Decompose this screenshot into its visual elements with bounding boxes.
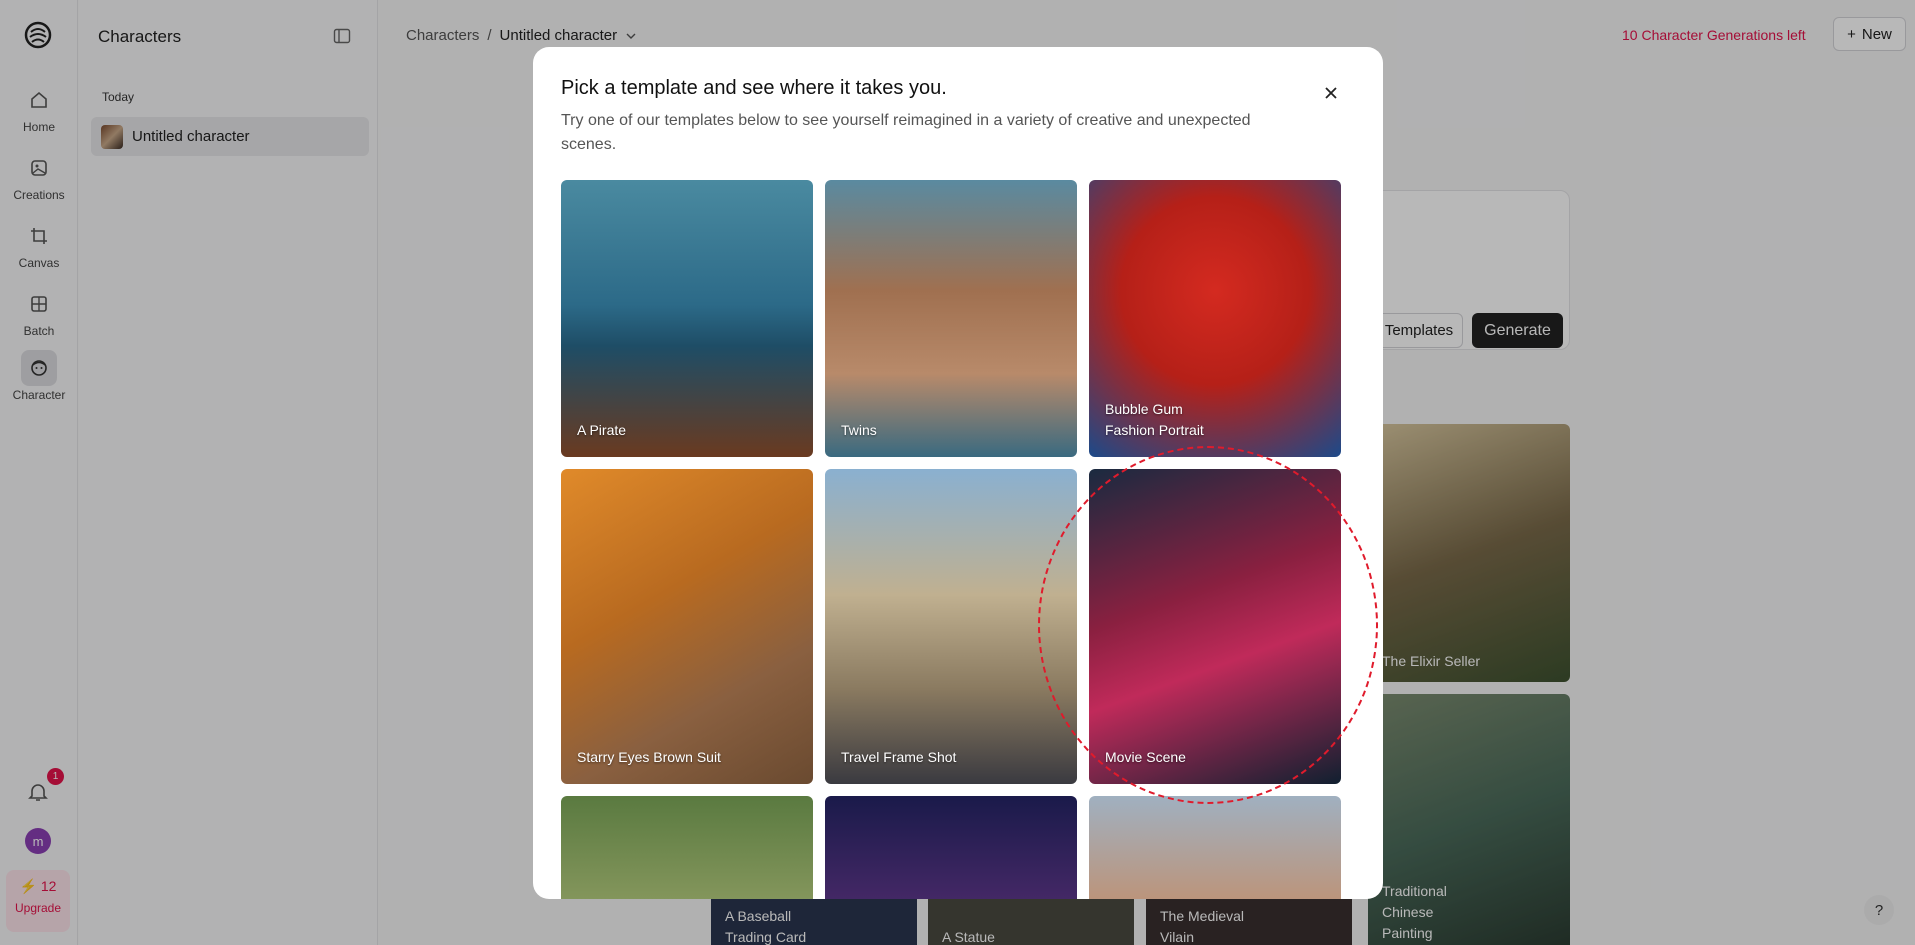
template-tile-label: Travel Frame Shot [841, 749, 957, 765]
template-tile-twins[interactable]: Twins [825, 180, 1077, 457]
template-tile[interactable] [561, 796, 813, 899]
modal-description: Try one of our templates below to see yo… [561, 112, 1251, 153]
template-tile-travel-frame[interactable]: Travel Frame Shot [825, 469, 1077, 784]
template-tile-label: Starry Eyes Brown Suit [577, 749, 721, 765]
template-tile[interactable] [1089, 796, 1341, 899]
template-tile-starry-eyes[interactable]: Starry Eyes Brown Suit [561, 469, 813, 784]
template-tile[interactable] [825, 796, 1077, 899]
template-tile-label: Twins [841, 422, 877, 438]
template-tile-bubble-gum[interactable]: Bubble Gum Fashion Portrait [1089, 180, 1341, 457]
template-tile-label: Movie Scene [1105, 749, 1186, 765]
template-picker-modal: Pick a template and see where it takes y… [533, 47, 1383, 899]
template-tile-pirate[interactable]: A Pirate [561, 180, 813, 457]
close-icon[interactable] [1321, 83, 1341, 103]
modal-title: Pick a template and see where it takes y… [561, 77, 947, 99]
template-tile-movie-scene[interactable]: Movie Scene [1089, 469, 1341, 784]
template-grid: A Pirate Twins Bubble Gum Fashion Portra… [561, 180, 1343, 899]
template-tile-label: A Pirate [577, 422, 627, 438]
template-tile-label: Bubble Gum Fashion Portrait [1105, 401, 1204, 438]
